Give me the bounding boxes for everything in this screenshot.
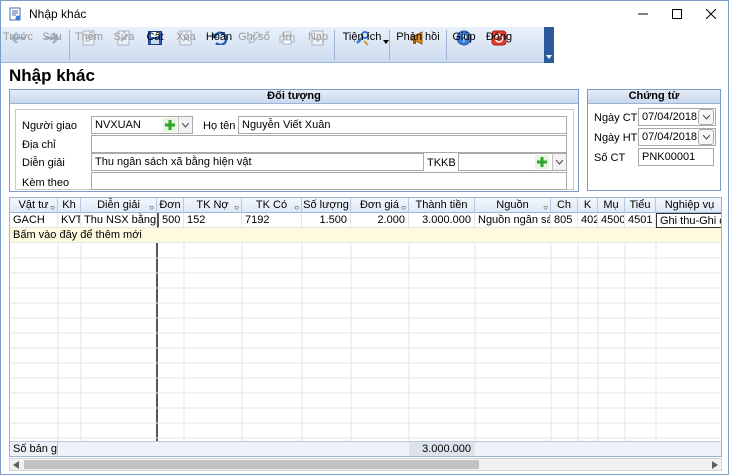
delete-button[interactable]: Xóa [170,27,202,63]
chevron-down-icon [182,122,189,128]
pin-icon[interactable]: ○ [543,201,548,213]
col-header[interactable]: Đơn giá ○ [351,198,409,213]
col-header[interactable]: Thành tiền [409,198,475,213]
feedback-button[interactable]: Phản hồi [390,27,446,63]
toolbar: Trước Sau Thêm Sửa Cất Xóa Hoãn Ghi sổ I… [1,27,554,63]
grid-header: Vật tư ○ Kh Diễn giải ○ Đơn TK Nợ ○ TK Có ○ … [10,198,721,213]
help-button[interactable]: ? Giúp [447,27,481,63]
ngay-ht-picker[interactable] [698,129,714,145]
footer-total: 3.000.000 [409,442,475,456]
dien-giai-label: Diễn giải [22,157,65,169]
print-button[interactable]: In [272,27,302,63]
col-header[interactable]: Nghiệp vụ [656,198,721,213]
nguoi-giao-label: Người giao [22,120,77,132]
ngay-ct-picker[interactable] [698,109,714,125]
chung-tu-panel: Chứng từ Ngày CT 07/04/2018 Ngày HT 07/0… [587,89,721,191]
next-button[interactable]: Sau [35,27,69,63]
grid-horizontal-scrollbar[interactable] [9,458,722,471]
pin-icon[interactable]: ○ [234,201,239,213]
col-header[interactable]: Vật tư ○ [10,198,58,213]
save-button[interactable]: Cất [140,27,170,63]
add-icon[interactable] [163,118,177,132]
grid-footer: Số bản g... 3.000.000 [10,441,721,456]
dien-giai-input[interactable]: Thu ngân sách xã bằng hiện vật [91,153,424,171]
pin-icon[interactable]: ○ [50,201,55,213]
window-title: Nhập khác [29,7,87,21]
col-header[interactable]: TK Có ○ [242,198,302,213]
tkkb-label: TKKB [427,157,456,169]
doi-tuong-panel: Đối tượng Người giao NVXUAN Họ tên Nguyễ… [9,89,579,192]
app-document-icon [9,7,21,21]
ngay-ct-label: Ngày CT [594,112,638,124]
chung-tu-header: Chứng từ [588,90,720,104]
doi-tuong-header: Đối tượng [10,90,578,104]
so-ct-input[interactable]: PNK00001 [638,148,714,166]
ngay-ht-label: Ngày HT [594,132,638,144]
tkkb-dropdown[interactable] [552,154,566,170]
app-window: Nhập khác Trước Sau Thêm Sửa Cất Xóa Hoã… [0,0,729,475]
col-header[interactable]: TK Nợ ○ [184,198,242,213]
col-header[interactable]: Số lượng [302,198,351,213]
chevron-down-icon [702,114,710,120]
dia-chi-label: Địa chỉ [22,139,56,151]
close-icon [706,9,716,19]
add-icon[interactable] [535,155,549,169]
pin-icon[interactable]: ○ [294,201,299,213]
table-row[interactable]: GACH KVT Thu NSX bằng... 500 152 7192 1.… [10,213,721,228]
scroll-left-icon[interactable] [13,461,19,469]
so-ct-label: Số CT [594,152,626,164]
post-ledger-button[interactable]: Ghi sổ [236,27,272,63]
minimize-icon [638,13,648,15]
ho-ten-label: Họ tên [203,120,236,132]
grid-empty-rows [10,243,721,441]
tkkb-combo[interactable] [458,153,567,171]
ho-ten-input[interactable]: Nguyễn Viết Xuân [238,116,567,134]
pin-icon[interactable]: ○ [401,201,406,213]
col-header[interactable]: Nguồn ○ [475,198,551,213]
cancel-edit-button[interactable]: Hoãn [202,27,236,63]
chevron-down-icon [383,40,389,44]
ngay-ct-input[interactable]: 07/04/2018 [638,108,716,126]
minimize-button[interactable] [626,1,660,27]
ngay-ht-input[interactable]: 07/04/2018 [638,128,716,146]
edit-button[interactable]: Sửa [108,27,140,63]
dia-chi-input[interactable] [91,135,567,153]
close-button[interactable] [694,1,728,27]
col-header[interactable]: Kh [58,198,81,213]
close-form-button[interactable]: Đóng [481,27,517,63]
scroll-right-icon[interactable] [712,461,718,469]
nguoi-giao-combo[interactable]: NVXUAN [91,116,193,134]
footer-label: Số bản g... [10,442,58,456]
load-button[interactable]: Nạp [302,27,334,63]
utilities-button[interactable]: Tiện ích [335,27,389,63]
col-header[interactable]: Mụ [598,198,625,213]
title-bar: Nhập khác [1,1,728,27]
scrollbar-thumb[interactable] [24,460,479,469]
chevron-down-icon [556,159,563,165]
col-header[interactable]: Ch [551,198,578,213]
col-header[interactable]: Đơn [157,198,184,213]
toolbar-overflow-button[interactable] [544,27,554,63]
kem-theo-label: Kèm theo [22,177,70,189]
detail-grid: Vật tư ○ Kh Diễn giải ○ Đơn TK Nợ ○ TK Có ○ … [9,197,722,457]
add-button[interactable]: Thêm [70,27,108,63]
pin-icon[interactable]: ○ [149,201,154,213]
nguoi-giao-dropdown[interactable] [178,117,192,133]
maximize-icon [672,9,682,19]
maximize-button[interactable] [660,1,694,27]
page-title: Nhập khác [9,66,95,85]
col-header[interactable]: K [578,198,598,213]
col-header[interactable]: Tiểu [625,198,656,213]
add-new-row[interactable]: Bấm vào đây để thêm mới [10,228,721,243]
kem-theo-input[interactable] [91,172,567,190]
previous-button[interactable]: Trước [1,27,35,63]
chevron-down-icon [702,134,710,140]
col-header[interactable]: Diễn giải ○ [81,198,157,213]
